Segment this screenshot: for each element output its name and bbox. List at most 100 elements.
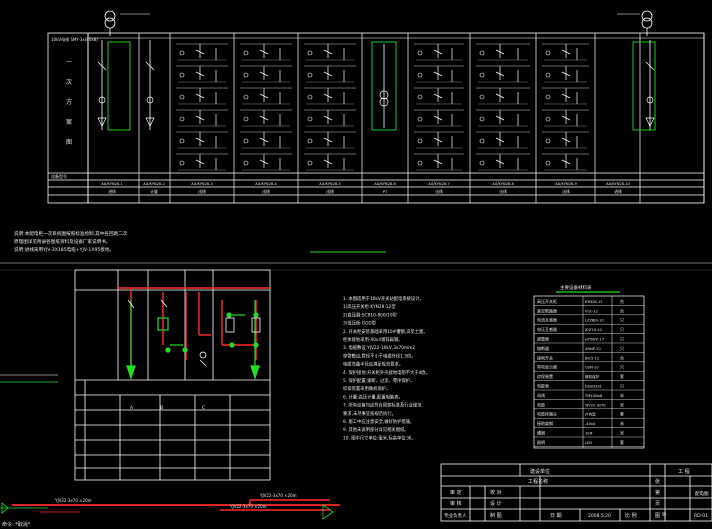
busbar-label: 10kV母线 SMY-3x(80x8) <box>51 36 98 42</box>
note-line: 1. 本图适用于10kV开关站配电系统设计。 <box>343 295 424 302</box>
tag-row-1-cell: AA/KYN28-3 <box>191 182 213 186</box>
equip-name: 高压开关柜 <box>537 298 557 304</box>
equip-model: HY5WZ-17 <box>585 338 604 342</box>
tag-row-1-cell: AA/KYN28-1 <box>101 182 123 186</box>
equip-model: YJV22-3x70 <box>585 403 606 407</box>
tag-row-2-cell: 出线 <box>499 189 507 194</box>
equip-model: GSN-10 <box>585 366 599 370</box>
tag-row-2-cell: 出线 <box>198 189 206 194</box>
equip-name: 熔断器 <box>537 345 549 351</box>
note-line: 综保装置采用微机保护。 <box>343 385 390 392</box>
equip-name: 照明 <box>537 440 545 445</box>
tag-row-2-cell: 出线 <box>262 189 270 194</box>
note-line: 8. 施工中应注意安全,做好防护措施。 <box>343 418 414 425</box>
equip-model: 10# <box>585 432 593 436</box>
equip-name: 电缆 <box>537 401 545 407</box>
equip-unit: 套 <box>620 439 624 445</box>
equip-unit: 只 <box>620 365 624 370</box>
svg-text:案: 案 <box>66 118 72 126</box>
tag-row-2-cell: 出线 <box>435 189 443 194</box>
equip-model: VS1-12 <box>585 309 598 313</box>
tag-row-2-cell: 进线 <box>614 189 622 194</box>
svg-text:比 例: 比 例 <box>625 512 637 519</box>
note-line: 2)变压器:SCB10-800/10型 <box>343 311 398 318</box>
equip-name: 带电显示器 <box>537 364 557 370</box>
svg-text:审 定: 审 定 <box>450 489 462 496</box>
svg-text:工 程: 工 程 <box>678 468 690 475</box>
equip-unit: 套 <box>620 373 624 379</box>
equip-model: KYN28-12 <box>585 300 603 304</box>
svg-text:第: 第 <box>655 489 660 496</box>
equip-name: 母线 <box>537 392 545 398</box>
equip-model: XRNP-10 <box>585 347 601 351</box>
tag-row-2-cell: 出线 <box>562 189 570 194</box>
svg-text:一: 一 <box>66 59 72 66</box>
equip-unit: 台 <box>620 354 624 360</box>
equip-name: 真空断路器 <box>537 307 557 313</box>
equip-unit: 只 <box>620 346 624 351</box>
tag-row-2-cell: 出线 <box>326 189 334 194</box>
svg-text:制 图: 制 图 <box>490 512 502 519</box>
equip-name: 接地开关 <box>537 354 553 360</box>
equip-model: JDZ10-10 <box>584 328 602 332</box>
equip-name: 避雷器 <box>537 336 549 342</box>
sec-col-b: B <box>160 405 163 411</box>
equip-name: 槽钢 <box>537 430 545 436</box>
tag-row-1-cell: AA/KYN28-2 <box>143 182 165 186</box>
svg-text:张: 张 <box>655 478 660 485</box>
note-line: 穿管敷设,管径不小于电缆外径1.5倍。 <box>343 352 416 359</box>
svg-text:RD-01: RD-01 <box>694 513 708 519</box>
svg-text:工程名称: 工程名称 <box>528 478 548 485</box>
tag-row-1-cell: AA/KYN28-8 <box>492 182 514 186</box>
note-line: 柜体接地采用-40x4镀锌扁钢。 <box>343 336 403 343</box>
note-line: 3. 电缆敷设:YJV22-10kV,3x70mm2 <box>343 344 415 351</box>
tag-row-1-cell: AA/KYN28-5 <box>319 182 341 186</box>
note-line: 7. 所有设备均应符合国家标准及行业规范 <box>343 402 422 409</box>
equip-unit: 米 <box>620 430 624 436</box>
row-label: 设备型号 <box>51 173 67 179</box>
note-line: 1)高压开关柜:KYN28-12型 <box>343 303 396 310</box>
cad-drawing-canvas[interactable]: 10kV母线 SMY-3x(80x8) 一 次 方 案 图 设备型号 AA/KY… <box>0 0 712 529</box>
cable-label: YJV22-3x70 ×20m <box>54 498 92 503</box>
note-line: 10. 图中尺寸单位:毫米,标高单位:米。 <box>343 434 416 441</box>
svg-text:配电图: 配电图 <box>695 490 709 497</box>
equip-unit: 台 <box>620 298 624 304</box>
equip-name: 电能表 <box>537 383 549 389</box>
svg-text:审 核: 审 核 <box>450 500 462 507</box>
note-line: 4. 保护接地:开关柜外壳接地电阻不大于4欧。 <box>343 369 430 376</box>
equip-unit: 只 <box>620 327 624 332</box>
equip-unit: 米 <box>620 401 624 407</box>
svg-text:次: 次 <box>66 78 72 86</box>
svg-text:2008.5.20: 2008.5.20 <box>588 513 611 519</box>
equip-model: 微机保护 <box>585 374 600 379</box>
tag-row-1-cell: AA/KYN28-7 <box>428 182 450 186</box>
equip-model: -40x4 <box>585 422 596 426</box>
tag-row-1-cell: AA/KYN28-4 <box>255 182 277 186</box>
note-line: 3)低压柜:GGD型 <box>343 320 377 327</box>
command-line: 命令: *取消* <box>2 521 31 528</box>
tag-row-1-cell: AA/KYN28-10 <box>606 182 630 186</box>
svg-text:方: 方 <box>66 98 72 106</box>
tag-row-2-cell: 进线 <box>108 189 116 194</box>
svg-text:日 期: 日 期 <box>550 513 562 519</box>
sec-col-c: C <box>202 405 205 411</box>
equip-model: TMY-80x8 <box>584 394 603 398</box>
note-line: 说明:本配电柜一次系统图按照标准绘制,其中各回路二次 <box>14 230 128 237</box>
svg-text:页: 页 <box>655 501 660 507</box>
equip-name: 电压互感器 <box>537 326 557 332</box>
tag-row-2-cell: 计量 <box>150 189 158 194</box>
tag-row-1-cell: AA/KYN28-6 <box>374 182 396 186</box>
equip-model: LZZBJ9-10 <box>585 319 604 323</box>
equip-unit: 套 <box>620 411 624 417</box>
equip-unit: 米 <box>620 392 624 398</box>
svg-text:图 号: 图 号 <box>655 513 667 519</box>
note-line: 6. 计量:高压计量,配置电能表。 <box>343 393 403 400</box>
tag-row-2-cell: PT <box>383 189 388 194</box>
tag-row-1-cell: AA/KYN28-9 <box>555 182 577 186</box>
equip-name: 电流互感器 <box>537 317 557 323</box>
equip-model: JN15-12 <box>584 356 599 360</box>
equip-unit: 只 <box>620 337 624 342</box>
svg-text:图: 图 <box>66 139 72 146</box>
equip-unit: 台 <box>620 307 624 313</box>
equip-unit: 米 <box>620 420 624 426</box>
